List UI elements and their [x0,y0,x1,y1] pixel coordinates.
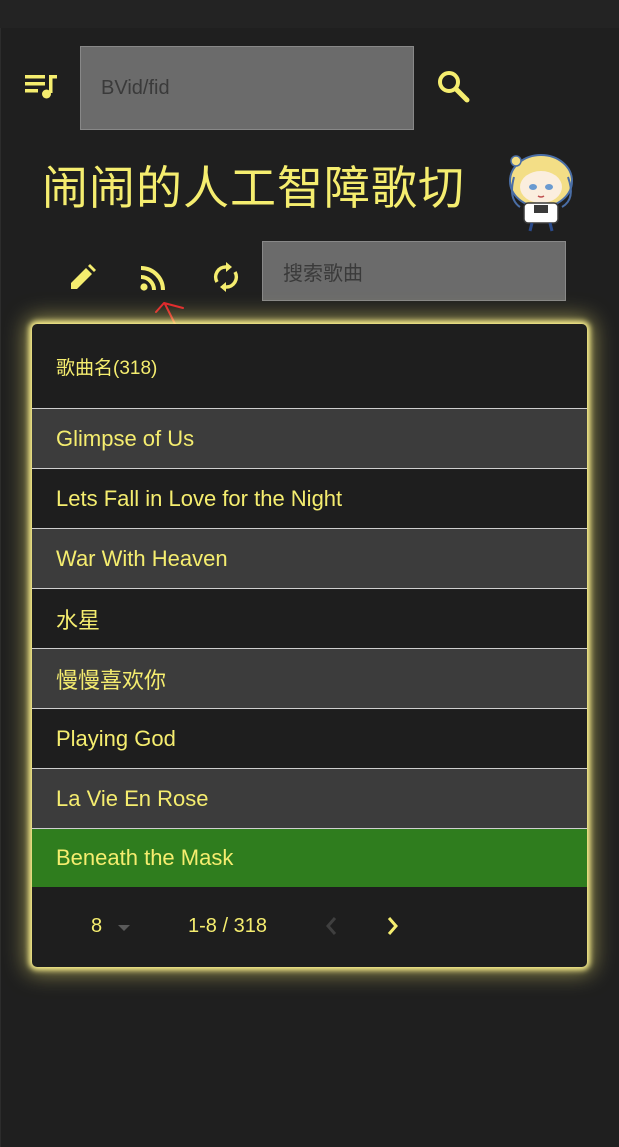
rss-icon[interactable] [136,262,170,294]
song-title: Playing God [56,725,176,751]
chevron-right-icon[interactable] [382,914,402,944]
pagination: 8 1-8 / 318 [32,887,587,967]
song-title: War With Heaven [56,545,228,571]
song-row[interactable]: Playing God [32,709,587,769]
playlist-card: 歌曲名(318) Glimpse of Us Lets Fall in Love… [32,324,587,967]
chevron-left-icon[interactable] [322,914,342,944]
playlist-icon[interactable] [22,68,60,102]
song-title: Lets Fall in Love for the Night [56,485,343,511]
song-search-placeholder: 搜索歌曲 [283,262,363,285]
refresh-icon[interactable] [208,258,244,296]
mascot-avatar [500,147,582,238]
left-edge [0,28,1,1147]
song-row[interactable]: La Vie En Rose [32,769,587,829]
edit-icon[interactable] [64,260,100,296]
search-icon[interactable] [432,66,474,106]
song-title: 慢慢喜欢你 [56,667,167,693]
song-search-input[interactable]: 搜索歌曲 [262,241,566,301]
song-row[interactable]: 慢慢喜欢你 [32,649,587,709]
song-row[interactable]: War With Heaven [32,529,587,589]
page-title: 闹闹的人工智障歌切 [42,161,465,215]
song-row[interactable]: 水星 [32,589,587,649]
song-column-label: 歌曲名(318) [56,357,158,379]
song-row[interactable]: Lets Fall in Love for the Night [32,469,587,529]
song-row[interactable]: Glimpse of Us [32,409,587,469]
top-strip [0,0,619,28]
song-title: Beneath the Mask [56,845,234,870]
page-range: 1-8 / 318 [188,915,267,937]
bvid-input[interactable]: BVid/fid [80,46,414,130]
song-title: 水星 [56,607,101,633]
song-row-active[interactable]: Beneath the Mask [32,829,587,887]
song-column-header[interactable]: 歌曲名(318) [32,324,587,409]
bvid-input-placeholder: BVid/fid [101,76,170,99]
song-title: Glimpse of Us [56,425,195,451]
song-title: La Vie En Rose [56,785,209,811]
rows-per-page-select[interactable]: 8 [91,915,102,938]
chevron-down-icon[interactable] [118,925,130,931]
